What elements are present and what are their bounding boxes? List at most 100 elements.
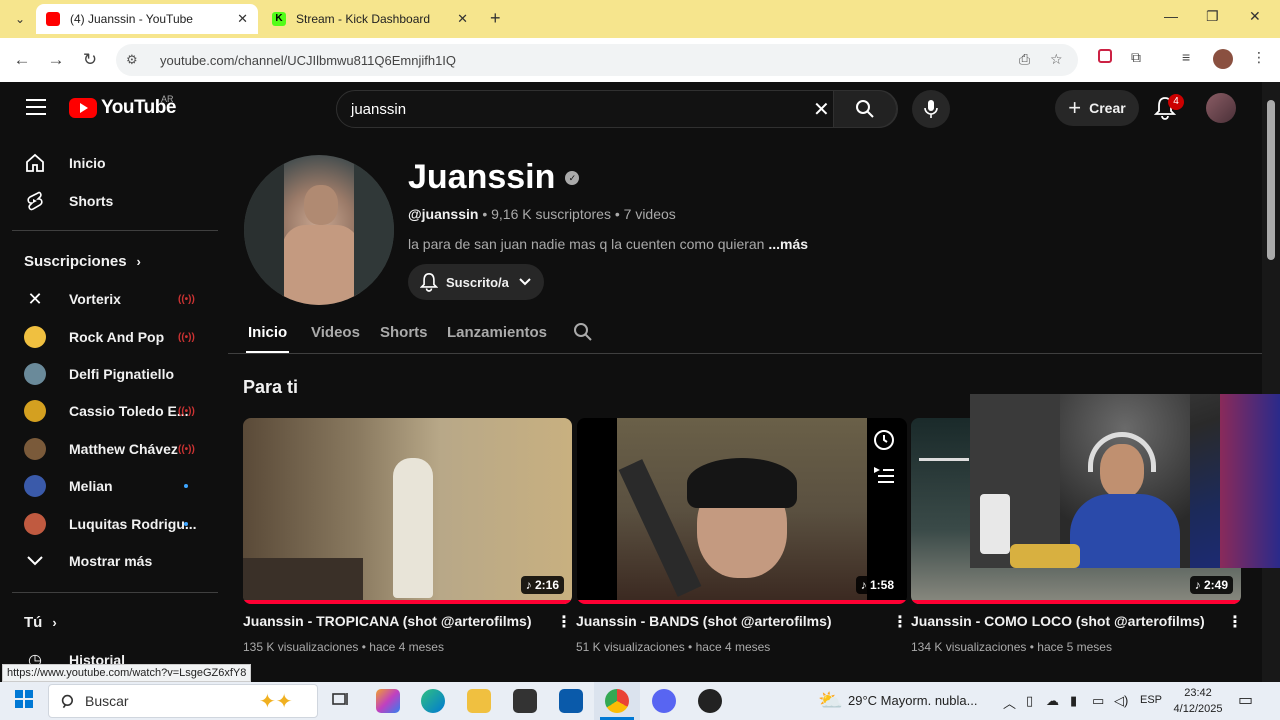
close-tab-icon[interactable]: ✕ bbox=[457, 11, 468, 27]
profile-avatar[interactable] bbox=[1213, 49, 1233, 69]
browser-menu-icon[interactable]: ⋮ bbox=[1252, 49, 1266, 66]
channel-avatar bbox=[24, 513, 46, 535]
sidebar-divider bbox=[12, 592, 218, 593]
tab-search-button[interactable]: ⌄ bbox=[8, 7, 32, 31]
volume-icon[interactable]: ◁) bbox=[1114, 693, 1128, 709]
tray-overflow-icon[interactable]: ︿ bbox=[1003, 693, 1016, 712]
channel-search-icon[interactable] bbox=[573, 322, 593, 346]
sidebar-item-rock-and-pop[interactable]: Rock And Pop ((•)) bbox=[0, 319, 228, 355]
menu-hamburger-icon[interactable] bbox=[26, 99, 46, 120]
tab-kick-dashboard[interactable]: K Stream - Kick Dashboard ✕ bbox=[262, 4, 478, 34]
language-indicator[interactable]: ESP bbox=[1140, 694, 1162, 706]
search-input[interactable]: juanssin bbox=[351, 101, 406, 118]
file-explorer-icon[interactable] bbox=[467, 689, 491, 713]
voice-search-button[interactable] bbox=[912, 90, 950, 128]
channel-avatar-large[interactable] bbox=[244, 155, 394, 305]
more-link[interactable]: ...más bbox=[764, 236, 808, 252]
new-tab-button[interactable]: + bbox=[490, 8, 501, 29]
tab-inicio[interactable]: Inicio bbox=[248, 324, 287, 341]
copilot-icon[interactable] bbox=[376, 689, 400, 713]
tab-shorts[interactable]: Shorts bbox=[380, 324, 428, 341]
create-button[interactable]: + Crear bbox=[1055, 90, 1139, 126]
windows-start-icon[interactable] bbox=[14, 689, 38, 713]
video-title[interactable]: Juanssin - COMO LOCO (shot @arterofilms) bbox=[911, 613, 1205, 629]
video-title[interactable]: Juanssin - TROPICANA (shot @arterofilms) bbox=[243, 613, 532, 629]
video-thumbnail[interactable]: ♪ 1:58 bbox=[577, 418, 907, 604]
microsoft-store-icon[interactable] bbox=[513, 689, 537, 713]
page-scrollbar[interactable] bbox=[1262, 82, 1280, 682]
sidebar-divider bbox=[12, 230, 218, 231]
close-window-button[interactable]: ✕ bbox=[1249, 8, 1261, 25]
search-button[interactable] bbox=[833, 90, 897, 128]
extensions-puzzle-icon[interactable]: ⧉ bbox=[1131, 49, 1141, 66]
site-info-icon[interactable]: ⚙ bbox=[126, 52, 146, 68]
address-bar[interactable]: ⚙ youtube.com/channel/UCJIlbmwu811Q6Emnj… bbox=[116, 44, 1078, 76]
more-options-icon[interactable]: ⋮ bbox=[892, 612, 908, 632]
system-clock[interactable]: 23:42 4/12/2025 bbox=[1170, 685, 1226, 717]
discord-icon[interactable] bbox=[652, 689, 676, 713]
youtube-logo[interactable]: YouTube AR bbox=[69, 94, 176, 119]
channel-meta: @juanssin • 9,16 K suscriptores • 7 vide… bbox=[408, 206, 676, 222]
clock-time: 23:42 bbox=[1184, 687, 1212, 699]
sidebar-item-melian[interactable]: Melian bbox=[0, 468, 228, 504]
more-options-icon[interactable]: ⋮ bbox=[1227, 612, 1243, 632]
edge-browser-icon[interactable] bbox=[421, 689, 445, 713]
scrollbar-thumb[interactable] bbox=[1267, 100, 1275, 260]
sidebar-item-delfi-pignatiello[interactable]: Delfi Pignatiello bbox=[0, 356, 228, 392]
channel-description[interactable]: la para de san juan nadie mas q la cuent… bbox=[408, 236, 808, 252]
live-indicator-icon: ((•)) bbox=[178, 443, 195, 455]
channel-name-text: Juanssin bbox=[408, 158, 556, 196]
sidebar-item-cassio-toledo[interactable]: Cassio Toledo E... ((•)) bbox=[0, 393, 228, 429]
restore-button[interactable]: ❐ bbox=[1206, 8, 1219, 25]
close-tab-icon[interactable]: ✕ bbox=[237, 11, 248, 27]
tab-videos[interactable]: Videos bbox=[311, 324, 360, 341]
sidebar-item-matthew-chavez[interactable]: Matthew Chávez ((•)) bbox=[0, 431, 228, 467]
sidebar-item-shorts[interactable]: Shorts bbox=[0, 183, 228, 219]
bookmark-star-icon[interactable]: ☆ bbox=[1050, 51, 1063, 68]
subscribe-button[interactable]: Suscrito/a bbox=[408, 264, 544, 300]
clear-search-icon[interactable]: ✕ bbox=[813, 97, 830, 122]
sidebar-item-label: Melian bbox=[69, 478, 113, 494]
add-to-queue-icon[interactable] bbox=[872, 465, 902, 490]
you-heading[interactable]: Tú › bbox=[24, 614, 57, 631]
video-thumbnail[interactable]: ♪ 2:16 bbox=[243, 418, 572, 604]
search-highlight-icon: ✦✦ bbox=[259, 691, 293, 713]
install-app-icon[interactable]: ⎙ bbox=[1019, 51, 1030, 68]
reload-button[interactable]: ↻ bbox=[78, 48, 102, 72]
watch-later-icon[interactable] bbox=[872, 428, 902, 457]
network-icon[interactable]: ▭ bbox=[1092, 693, 1104, 709]
minimize-button[interactable]: — bbox=[1164, 8, 1178, 24]
extension-icon[interactable] bbox=[1098, 49, 1112, 66]
sidebar-item-vorterix[interactable]: ✕ Vorterix ((•)) bbox=[0, 281, 228, 317]
microphone-icon[interactable]: ▮ bbox=[1070, 693, 1077, 709]
notification-center-icon[interactable]: ▭ bbox=[1238, 690, 1253, 710]
search-box[interactable]: juanssin ✕ bbox=[336, 90, 898, 128]
weather-text[interactable]: 29°C Mayorm. nubla... bbox=[848, 693, 977, 708]
show-more-button[interactable]: Mostrar más bbox=[0, 543, 228, 579]
device-icon[interactable]: ▯ bbox=[1026, 693, 1033, 709]
obs-studio-icon[interactable] bbox=[698, 689, 722, 713]
more-options-icon[interactable]: ⋮ bbox=[556, 612, 572, 632]
sidebar-item-inicio[interactable]: Inicio bbox=[0, 145, 228, 181]
task-view-icon[interactable] bbox=[330, 689, 354, 713]
subscriptions-heading[interactable]: Suscripciones › bbox=[24, 253, 141, 270]
sidebar-item-luquitas-rodriguez[interactable]: Luquitas Rodrigu... bbox=[0, 506, 228, 542]
verified-icon: ✓ bbox=[565, 170, 580, 185]
duration-badge: ♪ 2:49 bbox=[1189, 576, 1233, 594]
outlook-icon[interactable] bbox=[559, 689, 583, 713]
back-button[interactable]: ← bbox=[10, 48, 34, 72]
account-avatar[interactable] bbox=[1206, 93, 1236, 123]
video-title[interactable]: Juanssin - BANDS (shot @arterofilms) bbox=[576, 613, 832, 629]
hover-actions bbox=[872, 428, 902, 490]
bell-icon bbox=[420, 272, 438, 292]
search-icon bbox=[856, 100, 874, 118]
tab-youtube[interactable]: (4) Juanssin - YouTube ✕ bbox=[36, 4, 258, 34]
tab-title: (4) Juanssin - YouTube bbox=[70, 12, 193, 26]
tab-lanzamientos[interactable]: Lanzamientos bbox=[447, 324, 547, 341]
chrome-browser-icon[interactable] bbox=[605, 689, 629, 713]
search-icon bbox=[61, 694, 73, 709]
media-control-icon[interactable]: ≡ bbox=[1182, 49, 1190, 65]
taskbar-search-box[interactable]: Buscar ✦✦ bbox=[48, 684, 318, 718]
forward-button[interactable]: → bbox=[44, 48, 68, 72]
cloud-icon[interactable]: ☁ bbox=[1046, 693, 1059, 709]
